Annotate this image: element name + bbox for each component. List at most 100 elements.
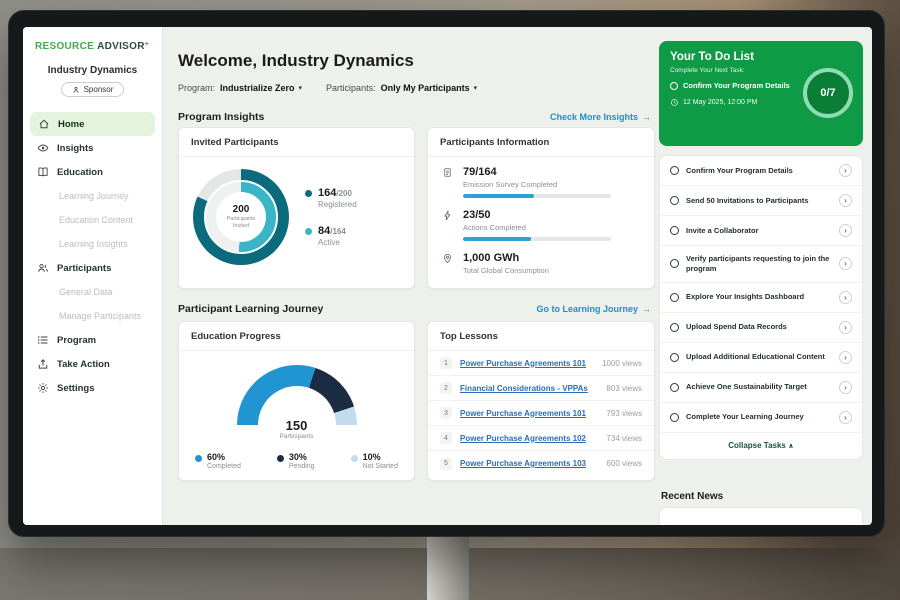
- chevron-right-icon[interactable]: ›: [839, 164, 852, 177]
- task-row[interactable]: Upload Spend Data Records ›: [660, 313, 862, 343]
- info-label: Total Global Consumption: [463, 266, 549, 275]
- sidebar-item-settings[interactable]: Settings: [23, 376, 162, 400]
- lightning-icon: [442, 209, 454, 221]
- donut-center: 200 Participants Invited: [216, 192, 266, 242]
- todo-next-task-label: Confirm Your Program Details: [683, 81, 790, 90]
- task-checkbox[interactable]: [670, 226, 679, 235]
- task-checkbox[interactable]: [670, 293, 679, 302]
- chevron-up-icon: ∧: [788, 443, 794, 450]
- legend-item-pending: 30% Pending: [277, 452, 315, 470]
- task-row[interactable]: Send 50 Invitations to Participants ›: [660, 186, 862, 216]
- sidebar: RESOURCEADVISOR+ Industry Dynamics Spons…: [23, 27, 163, 525]
- card-title: Education Progress: [179, 322, 414, 351]
- task-checkbox[interactable]: [670, 413, 679, 422]
- sidebar-item-manage-participants[interactable]: Manage Participants: [23, 304, 162, 328]
- progress-fill: [463, 237, 531, 241]
- lesson-link[interactable]: Power Purchase Agreements 101: [460, 409, 598, 418]
- sidebar-item-learning-insights[interactable]: Learning Insights: [23, 232, 162, 256]
- legend-percent: 30%: [289, 452, 315, 462]
- chevron-right-icon[interactable]: ›: [839, 224, 852, 237]
- sidebar-item-learning-journey[interactable]: Learning Journey: [23, 184, 162, 208]
- chevron-right-icon[interactable]: ›: [839, 291, 852, 304]
- check-more-insights-link[interactable]: Check More Insights →: [550, 112, 651, 122]
- sidebar-item-label: Education Content: [59, 215, 133, 225]
- task-row[interactable]: Confirm Your Program Details ›: [660, 156, 862, 186]
- app-logo: RESOURCEADVISOR+: [35, 41, 162, 52]
- task-label: Send 50 Invitations to Participants: [686, 196, 832, 206]
- task-row[interactable]: Achieve One Sustainability Target ›: [660, 373, 862, 403]
- task-checkbox[interactable]: [670, 383, 679, 392]
- arrow-right-icon: →: [642, 304, 651, 314]
- legend-label: Registered: [318, 200, 357, 209]
- recent-news-title: Recent News: [661, 491, 723, 502]
- sidebar-item-program[interactable]: Program: [23, 328, 162, 352]
- sponsor-badge-label: Sponsor: [84, 85, 114, 94]
- program-filter-dropdown[interactable]: Industrialize Zero ▾: [220, 83, 302, 93]
- lesson-rank: 4: [440, 432, 452, 444]
- todo-next-task[interactable]: Confirm Your Program Details: [670, 81, 800, 90]
- progress-bar: [463, 237, 611, 241]
- donut-legend: 164/200 Registered 84/164 Active: [305, 187, 357, 247]
- lesson-row: 2 Financial Considerations - VPPAs 803 v…: [428, 376, 654, 401]
- task-label: Complete Your Learning Journey: [686, 412, 832, 422]
- chevron-right-icon[interactable]: ›: [839, 351, 852, 364]
- lesson-link[interactable]: Financial Considerations - VPPAs: [460, 384, 598, 393]
- sponsor-badge[interactable]: Sponsor: [61, 82, 125, 97]
- task-label: Explore Your Insights Dashboard: [686, 292, 832, 302]
- sidebar-item-education-content[interactable]: Education Content: [23, 208, 162, 232]
- lesson-link[interactable]: Power Purchase Agreements 103: [460, 459, 598, 468]
- lessons-list: 1 Power Purchase Agreements 101 1000 vie…: [428, 351, 654, 476]
- sidebar-item-home[interactable]: Home: [30, 112, 155, 136]
- task-checkbox[interactable]: [670, 166, 679, 175]
- sidebar-item-take-action[interactable]: Take Action: [23, 352, 162, 376]
- lesson-link[interactable]: Power Purchase Agreements 102: [460, 434, 598, 443]
- task-checkbox[interactable]: [670, 353, 679, 362]
- monitor-bezel: RESOURCEADVISOR+ Industry Dynamics Spons…: [8, 10, 885, 537]
- task-label: Verify participants requesting to join t…: [686, 254, 832, 274]
- chevron-right-icon[interactable]: ›: [839, 321, 852, 334]
- legend-percent: 60%: [207, 452, 241, 462]
- sidebar-item-education[interactable]: Education: [23, 160, 162, 184]
- top-lessons-card: Top Lessons 1 Power Purchase Agreements …: [427, 321, 655, 481]
- chevron-right-icon[interactable]: ›: [839, 194, 852, 207]
- task-row[interactable]: Verify participants requesting to join t…: [660, 246, 862, 283]
- chevron-right-icon[interactable]: ›: [839, 381, 852, 394]
- legend-item-completed: 60% Completed: [195, 452, 241, 470]
- sidebar-item-label: Manage Participants: [59, 311, 141, 321]
- task-checkbox[interactable]: [670, 196, 679, 205]
- task-checkbox[interactable]: [670, 82, 678, 90]
- go-to-learning-journey-link[interactable]: Go to Learning Journey →: [536, 304, 651, 314]
- screen: RESOURCEADVISOR+ Industry Dynamics Spons…: [23, 27, 872, 525]
- collapse-tasks-link[interactable]: Collapse Tasks ∧: [660, 433, 862, 459]
- task-checkbox[interactable]: [670, 259, 679, 268]
- participants-filter-dropdown[interactable]: Only My Participants ▾: [381, 83, 478, 93]
- task-row[interactable]: Upload Additional Educational Content ›: [660, 343, 862, 373]
- chevron-right-icon[interactable]: ›: [839, 411, 852, 424]
- sidebar-item-general-data[interactable]: General Data: [23, 280, 162, 304]
- info-label: Actions Completed: [463, 223, 611, 232]
- sidebar-item-insights[interactable]: Insights: [23, 136, 162, 160]
- monitor-stand: [427, 534, 469, 600]
- education-progress-gauge: 150 Participants: [237, 365, 357, 425]
- legend-item-not-started: 10% Not Started: [351, 452, 398, 470]
- sidebar-item-label: Insights: [57, 143, 93, 154]
- legend-percent: 10%: [363, 452, 398, 462]
- gear-icon: [37, 382, 49, 394]
- legend-value: 164: [318, 187, 336, 199]
- chevron-right-icon[interactable]: ›: [839, 257, 852, 270]
- lesson-rank: 2: [440, 382, 452, 394]
- sidebar-item-participants[interactable]: Participants: [23, 256, 162, 280]
- lesson-row: 5 Power Purchase Agreements 103 600 view…: [428, 451, 654, 476]
- lesson-link[interactable]: Power Purchase Agreements 101: [460, 359, 594, 368]
- todo-due-label: 12 May 2025, 12:00 PM: [683, 99, 757, 106]
- survey-icon: [442, 166, 454, 178]
- task-row[interactable]: Complete Your Learning Journey ›: [660, 403, 862, 433]
- task-checkbox[interactable]: [670, 323, 679, 332]
- program-insights-header: Program Insights Check More Insights →: [178, 111, 651, 123]
- task-row[interactable]: Explore Your Insights Dashboard ›: [660, 283, 862, 313]
- org-name: Industry Dynamics: [23, 65, 162, 76]
- scene: RESOURCEADVISOR+ Industry Dynamics Spons…: [0, 0, 900, 600]
- progress-fill: [463, 194, 534, 198]
- task-row[interactable]: Invite a Collaborator ›: [660, 216, 862, 246]
- card-title: Invited Participants: [179, 128, 414, 157]
